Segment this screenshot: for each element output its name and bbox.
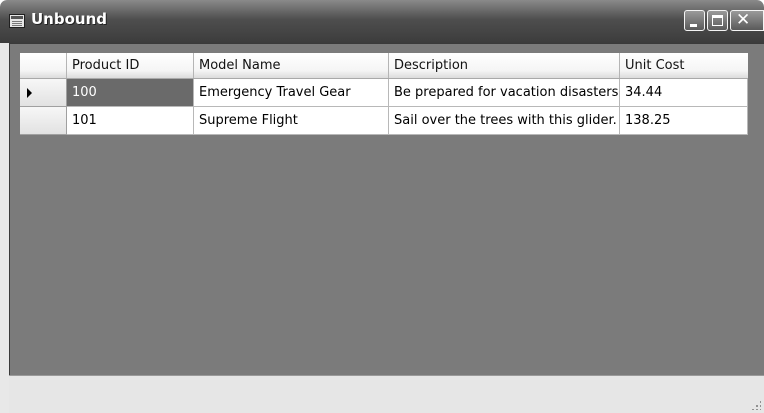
cell-unit-cost[interactable]: 34.44 xyxy=(620,79,748,107)
status-strip xyxy=(9,375,764,413)
minimize-icon xyxy=(690,24,697,27)
column-header-row: Product ID Model Name Description Unit C… xyxy=(20,53,748,79)
column-header-model-name[interactable]: Model Name xyxy=(194,53,389,78)
cell-description[interactable]: Be prepared for vacation disasters. xyxy=(389,79,620,107)
close-button[interactable]: ✕ xyxy=(730,10,764,31)
cell-product-id[interactable]: 101 xyxy=(67,107,194,135)
maximize-icon xyxy=(712,15,723,26)
cell-product-id[interactable]: 100 xyxy=(67,79,194,107)
minimize-button[interactable] xyxy=(684,10,705,31)
cell-model-name[interactable]: Supreme Flight xyxy=(194,107,389,135)
app-window: Unbound ✕ Product ID Model Name Descript… xyxy=(0,0,764,413)
table-row[interactable]: 101 Supreme Flight Sail over the trees w… xyxy=(20,107,748,135)
cell-description[interactable]: Sail over the trees with this glider. xyxy=(389,107,620,135)
row-pointer-icon xyxy=(27,88,32,98)
row-header[interactable] xyxy=(20,79,67,107)
cell-unit-cost[interactable]: 138.25 xyxy=(620,107,748,135)
select-all-corner[interactable] xyxy=(20,53,67,78)
maximize-button[interactable] xyxy=(707,10,728,31)
cell-model-name[interactable]: Emergency Travel Gear xyxy=(194,79,389,107)
window-title: Unbound xyxy=(31,10,107,28)
title-bar[interactable]: Unbound ✕ xyxy=(0,0,764,43)
table-row[interactable]: 100 Emergency Travel Gear Be prepared fo… xyxy=(20,79,748,107)
close-icon: ✕ xyxy=(736,10,751,30)
column-header-product-id[interactable]: Product ID xyxy=(67,53,194,78)
row-header[interactable] xyxy=(20,107,67,135)
form-icon[interactable] xyxy=(9,14,25,28)
column-header-description[interactable]: Description xyxy=(389,53,620,78)
data-grid[interactable]: Product ID Model Name Description Unit C… xyxy=(9,43,764,375)
resize-grip[interactable] xyxy=(751,400,761,410)
column-header-unit-cost[interactable]: Unit Cost xyxy=(620,53,748,78)
